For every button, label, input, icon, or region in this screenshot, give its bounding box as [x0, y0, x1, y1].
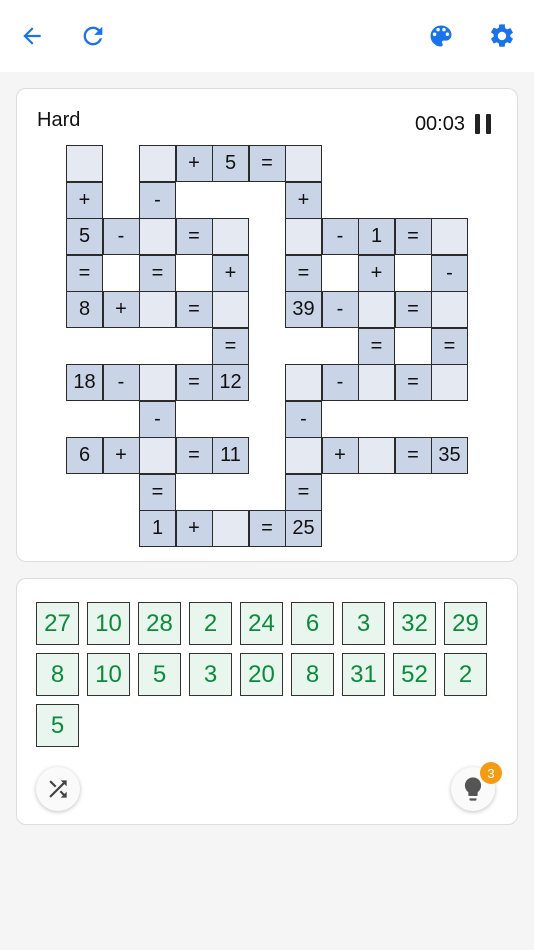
grid-cell: = — [431, 327, 468, 365]
empty-cell[interactable] — [285, 437, 322, 474]
number-tile[interactable]: 24 — [240, 602, 283, 645]
empty-cell[interactable] — [285, 364, 322, 401]
grid-cell: + — [285, 181, 322, 219]
empty-cell[interactable] — [212, 218, 249, 255]
number-tile[interactable]: 20 — [240, 653, 283, 696]
palette-icon[interactable] — [423, 18, 459, 54]
grid-cell: 11 — [212, 437, 249, 474]
hint-count-badge: 3 — [480, 762, 502, 784]
top-app-bar — [0, 0, 534, 72]
grid-cell: + — [321, 437, 359, 474]
arrow-back-icon[interactable] — [14, 18, 50, 54]
grid-cell: - — [321, 291, 359, 328]
grid-cell: - — [285, 400, 322, 438]
shuffle-button[interactable] — [36, 767, 80, 811]
grid-cell: + — [212, 254, 249, 292]
grid-cell: = — [66, 254, 103, 292]
empty-cell[interactable] — [358, 437, 395, 474]
gear-icon[interactable] — [484, 18, 520, 54]
refresh-icon[interactable] — [75, 18, 111, 54]
number-tile[interactable]: 5 — [36, 704, 79, 747]
empty-cell[interactable] — [358, 364, 395, 401]
empty-cell[interactable] — [139, 291, 176, 328]
number-tile[interactable]: 32 — [393, 602, 436, 645]
grid-cell: = — [394, 218, 432, 255]
empty-cell[interactable] — [139, 364, 176, 401]
empty-cell[interactable] — [431, 218, 468, 255]
grid-cell: = — [394, 437, 432, 474]
grid-cell: - — [139, 181, 176, 219]
shuffle-icon — [49, 780, 67, 798]
number-tile[interactable]: 2 — [444, 653, 487, 696]
grid-cell: + — [358, 254, 395, 292]
empty-cell[interactable] — [431, 364, 468, 401]
grid-cell: 25 — [285, 510, 322, 547]
grid-cell: = — [212, 327, 249, 365]
grid-cell: + — [102, 437, 140, 474]
board-card: Hard 00:03 +5 = + - +5- = -1 = = = + = + -8 + = 39- = = = = 1… — [16, 88, 518, 562]
grid-cell: - — [102, 218, 140, 255]
number-tile[interactable]: 27 — [36, 602, 79, 645]
grid-cell: 12 — [212, 364, 249, 401]
grid-cell: = — [285, 254, 322, 292]
empty-cell[interactable] — [139, 437, 176, 474]
number-tile[interactable]: 31 — [342, 653, 385, 696]
grid-cell: 18 — [66, 364, 103, 401]
empty-cell[interactable] — [212, 510, 249, 547]
number-tile[interactable]: 29 — [444, 602, 487, 645]
empty-cell[interactable] — [66, 145, 103, 182]
grid-cell: = — [175, 291, 213, 328]
grid-cell: 35 — [431, 437, 468, 474]
grid-cell: + — [102, 291, 140, 328]
grid-cell: 39 — [285, 291, 322, 328]
number-tray-card: 27 10 28 2 24 6 3 32 29 8 10 5 3 20 8 31 52 2 5 3 — [16, 578, 518, 825]
pause-icon[interactable] — [475, 114, 493, 134]
grid-cell: = — [248, 510, 286, 547]
empty-cell[interactable] — [431, 291, 468, 328]
grid-cell: 1 — [358, 218, 395, 255]
number-tile[interactable]: 3 — [342, 602, 385, 645]
number-tile[interactable]: 8 — [36, 653, 79, 696]
grid-cell: = — [394, 364, 432, 401]
grid-cell: + — [66, 181, 103, 219]
empty-cell[interactable] — [285, 218, 322, 255]
grid-cell: = — [285, 473, 322, 511]
empty-cell[interactable] — [139, 145, 176, 182]
grid-cell: + — [175, 510, 213, 547]
grid-cell: 5 — [212, 145, 249, 182]
empty-cell[interactable] — [212, 291, 249, 328]
empty-cell[interactable] — [285, 145, 322, 182]
grid-cell: 8 — [66, 291, 103, 328]
grid-cell: = — [175, 437, 213, 474]
timer: 00:03 — [414, 113, 465, 135]
grid-cell: = — [139, 473, 176, 511]
grid-cell: + — [175, 145, 213, 182]
number-tile[interactable]: 6 — [291, 602, 334, 645]
grid-cell: - — [139, 400, 176, 438]
empty-cell[interactable] — [358, 291, 395, 328]
grid-cell: = — [394, 291, 432, 328]
grid-cell: 6 — [66, 437, 103, 474]
grid-cell: 1 — [139, 510, 176, 547]
grid-cell: = — [248, 145, 286, 182]
empty-cell[interactable] — [139, 218, 176, 255]
number-tile[interactable]: 10 — [87, 653, 130, 696]
grid-cell: - — [321, 218, 359, 255]
number-tile[interactable]: 3 — [189, 653, 232, 696]
grid-cell: 5 — [66, 218, 103, 255]
grid-cell: - — [102, 364, 140, 401]
grid-cell: = — [175, 218, 213, 255]
grid-cell: = — [139, 254, 176, 292]
number-tile[interactable]: 52 — [393, 653, 436, 696]
number-tile[interactable]: 10 — [87, 602, 130, 645]
number-tile[interactable]: 2 — [189, 602, 232, 645]
number-tile[interactable]: 5 — [138, 653, 181, 696]
grid-cell: = — [175, 364, 213, 401]
grid-cell: - — [321, 364, 359, 401]
difficulty-label: Hard — [37, 109, 81, 131]
number-tile[interactable]: 8 — [291, 653, 334, 696]
grid-cell: - — [431, 254, 468, 292]
number-tile[interactable]: 28 — [138, 602, 181, 645]
grid-cell: = — [358, 327, 395, 365]
